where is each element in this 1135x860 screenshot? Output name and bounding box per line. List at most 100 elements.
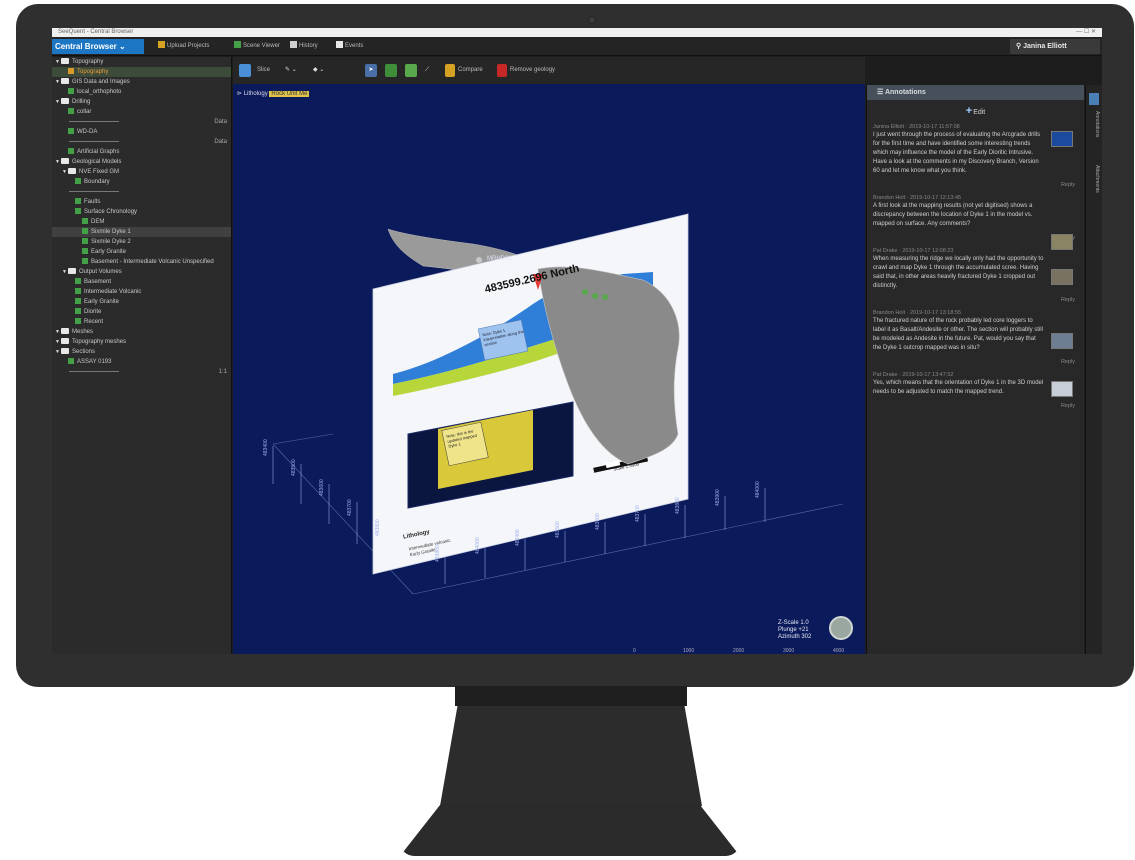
tree-item-label: GIS Data and Images [72, 79, 130, 85]
axis-tick-label: 483500 [291, 459, 297, 476]
tree-item[interactable]: local_orthophoto [52, 87, 231, 97]
tab-annotations[interactable]: Annotations [1088, 111, 1100, 137]
tree-item-side-label[interactable]: Data [214, 117, 227, 127]
reply-link[interactable]: Reply [873, 403, 1079, 409]
annotation-date: 2019-10-17 12:13:45 [910, 195, 962, 201]
range-slider[interactable] [69, 370, 119, 372]
collar-marker-icon[interactable] [476, 257, 482, 263]
camera-dot [588, 16, 596, 24]
polyline-icon[interactable] [405, 64, 417, 77]
annotation-author[interactable]: Brandon Holt [873, 310, 905, 316]
annotation-author[interactable]: Pat Drake [873, 248, 897, 254]
object-icon [82, 228, 88, 234]
annotation-thumbnail[interactable] [1051, 333, 1073, 349]
reply-link[interactable]: Reply [873, 297, 1079, 303]
tree-item-side-label[interactable]: Data [214, 137, 227, 147]
tree-item-label: Meshes [72, 329, 94, 335]
select-cursor-icon[interactable]: ➤ [365, 64, 377, 77]
tree-item[interactable]: Boundary [52, 177, 231, 187]
compass-icon[interactable] [829, 616, 853, 640]
menu-item[interactable]: Scene Viewer [234, 41, 280, 52]
tree-item-label: Recent [84, 319, 104, 325]
user-button[interactable]: ⚲ Janina Elliott [1010, 39, 1100, 54]
folder-icon [61, 338, 69, 344]
view-icon[interactable] [239, 64, 251, 77]
annotation-item: Janina Elliott · 2019-10-17 11:57:08 I ju… [873, 123, 1079, 188]
range-slider[interactable] [69, 120, 119, 122]
tree-item[interactable]: Surface Chronology [52, 207, 231, 217]
range-slider[interactable] [69, 190, 119, 192]
slice-tool[interactable]: Slice [257, 64, 270, 77]
tree-item[interactable]: Data [52, 137, 231, 147]
tree-item[interactable]: 1:1 [52, 367, 231, 377]
tree-item[interactable]: Artificial Graphs [52, 147, 231, 157]
menu-item[interactable]: Events [336, 41, 363, 52]
tree-item[interactable]: ▼ Topography meshes [52, 337, 231, 347]
tree-item[interactable]: ▼ Sections [52, 347, 231, 357]
reply-link[interactable]: Reply [873, 182, 1079, 188]
branch-button[interactable]: Central Browser ⌄ [52, 39, 144, 54]
folder-icon [61, 58, 69, 64]
tree-item[interactable]: DEM [52, 217, 231, 227]
tree-item[interactable]: Recent [52, 317, 231, 327]
tree-item[interactable]: ▼ GIS Data and Images [52, 77, 231, 87]
edit-button[interactable]: +Edit [867, 105, 1084, 117]
tree-item-side-label[interactable]: 1:1 [219, 367, 227, 377]
menu-item[interactable]: History [290, 41, 318, 52]
menu-item[interactable]: Upload Projects [158, 41, 209, 52]
annotation-body: A first look at the mapping results (not… [873, 203, 1033, 227]
tree-item-label: Early Granite [91, 249, 127, 255]
tree-item[interactable]: ▼ Drilling [52, 97, 231, 107]
window-controls[interactable]: — ☐ ✕ [1076, 28, 1096, 37]
tree-item[interactable]: collar [52, 107, 231, 117]
range-slider[interactable] [69, 140, 119, 142]
tree-item[interactable]: ▼ Output Volumes [52, 267, 231, 277]
annotation-thumbnail[interactable] [1051, 381, 1073, 397]
tree-item[interactable]: Faults [52, 197, 231, 207]
tree-item-label: Boundary [84, 179, 110, 185]
tree-item[interactable]: ASSAY 0193 [52, 357, 231, 367]
tree-item-label: WD-DA [77, 129, 98, 135]
tab-attachments[interactable]: Attachments [1088, 165, 1100, 193]
ruler-label: 3000 [783, 648, 795, 654]
annotation-author[interactable]: Brandon Holt [873, 195, 905, 201]
annotation-thumbnail[interactable] [1051, 269, 1073, 285]
object-icon [68, 88, 74, 94]
tree-item[interactable]: ▼ Geological Models [52, 157, 231, 167]
remove-geology-icon[interactable] [497, 64, 507, 77]
remove-geology-button[interactable]: Remove geology [510, 64, 555, 77]
measure-icon[interactable] [385, 64, 397, 77]
tree-item[interactable]: Sixmile Dyke 1 [52, 227, 231, 237]
tree-item[interactable]: Early Granite [52, 247, 231, 257]
3d-viewport[interactable]: ⊳ Lithology Rock Unit Me MRHD01 483599.2… [233, 84, 865, 654]
reply-link[interactable]: Reply [873, 359, 1079, 365]
reply-link[interactable]: Reply [873, 235, 1079, 241]
shape-icon[interactable]: ◆ ⌄ [313, 64, 324, 77]
tree-item[interactable]: WD-DA [52, 127, 231, 137]
tree-item[interactable]: Diorite [52, 307, 231, 317]
annotation-author[interactable]: Pat Drake [873, 372, 897, 378]
tree-item[interactable]: Intermediate Volcanic [52, 287, 231, 297]
tree-item[interactable]: Basement [52, 277, 231, 287]
annotation-thumbnail[interactable] [1051, 131, 1073, 147]
tree-item[interactable] [52, 187, 231, 197]
tree-item[interactable]: Basement - Intermediate Volcanic Unspeci… [52, 257, 231, 267]
app-screen: SeeQuent - Central Browser — ☐ ✕ Central… [52, 28, 1102, 654]
tree-item-label: Topography meshes [72, 339, 127, 345]
compare-button[interactable]: Compare [458, 64, 483, 77]
compare-icon[interactable] [445, 64, 455, 77]
tree-item[interactable]: Early Granite [52, 297, 231, 307]
annotation-author[interactable]: Janina Elliott [873, 124, 904, 130]
folder-icon [61, 98, 69, 104]
annotations-tab-icon[interactable] [1089, 93, 1099, 105]
tree-item[interactable]: ▼ NVE Fixed GM [52, 167, 231, 177]
pen-icon[interactable]: ✎ ⌄ [285, 64, 297, 77]
tree-item[interactable]: ▼ Topography [52, 57, 231, 67]
view-hud: Z-Scale 1.0 Plunge +21 Azimuth 302 [778, 620, 811, 641]
tree-item[interactable]: ▼ Meshes [52, 327, 231, 337]
tree-item[interactable]: Topography [52, 67, 231, 77]
tree-item[interactable]: Sixmile Dyke 2 [52, 237, 231, 247]
user-icon: ⚲ [1016, 43, 1022, 50]
brush-icon[interactable]: ⟋ [425, 64, 429, 77]
tree-item[interactable]: Data [52, 117, 231, 127]
